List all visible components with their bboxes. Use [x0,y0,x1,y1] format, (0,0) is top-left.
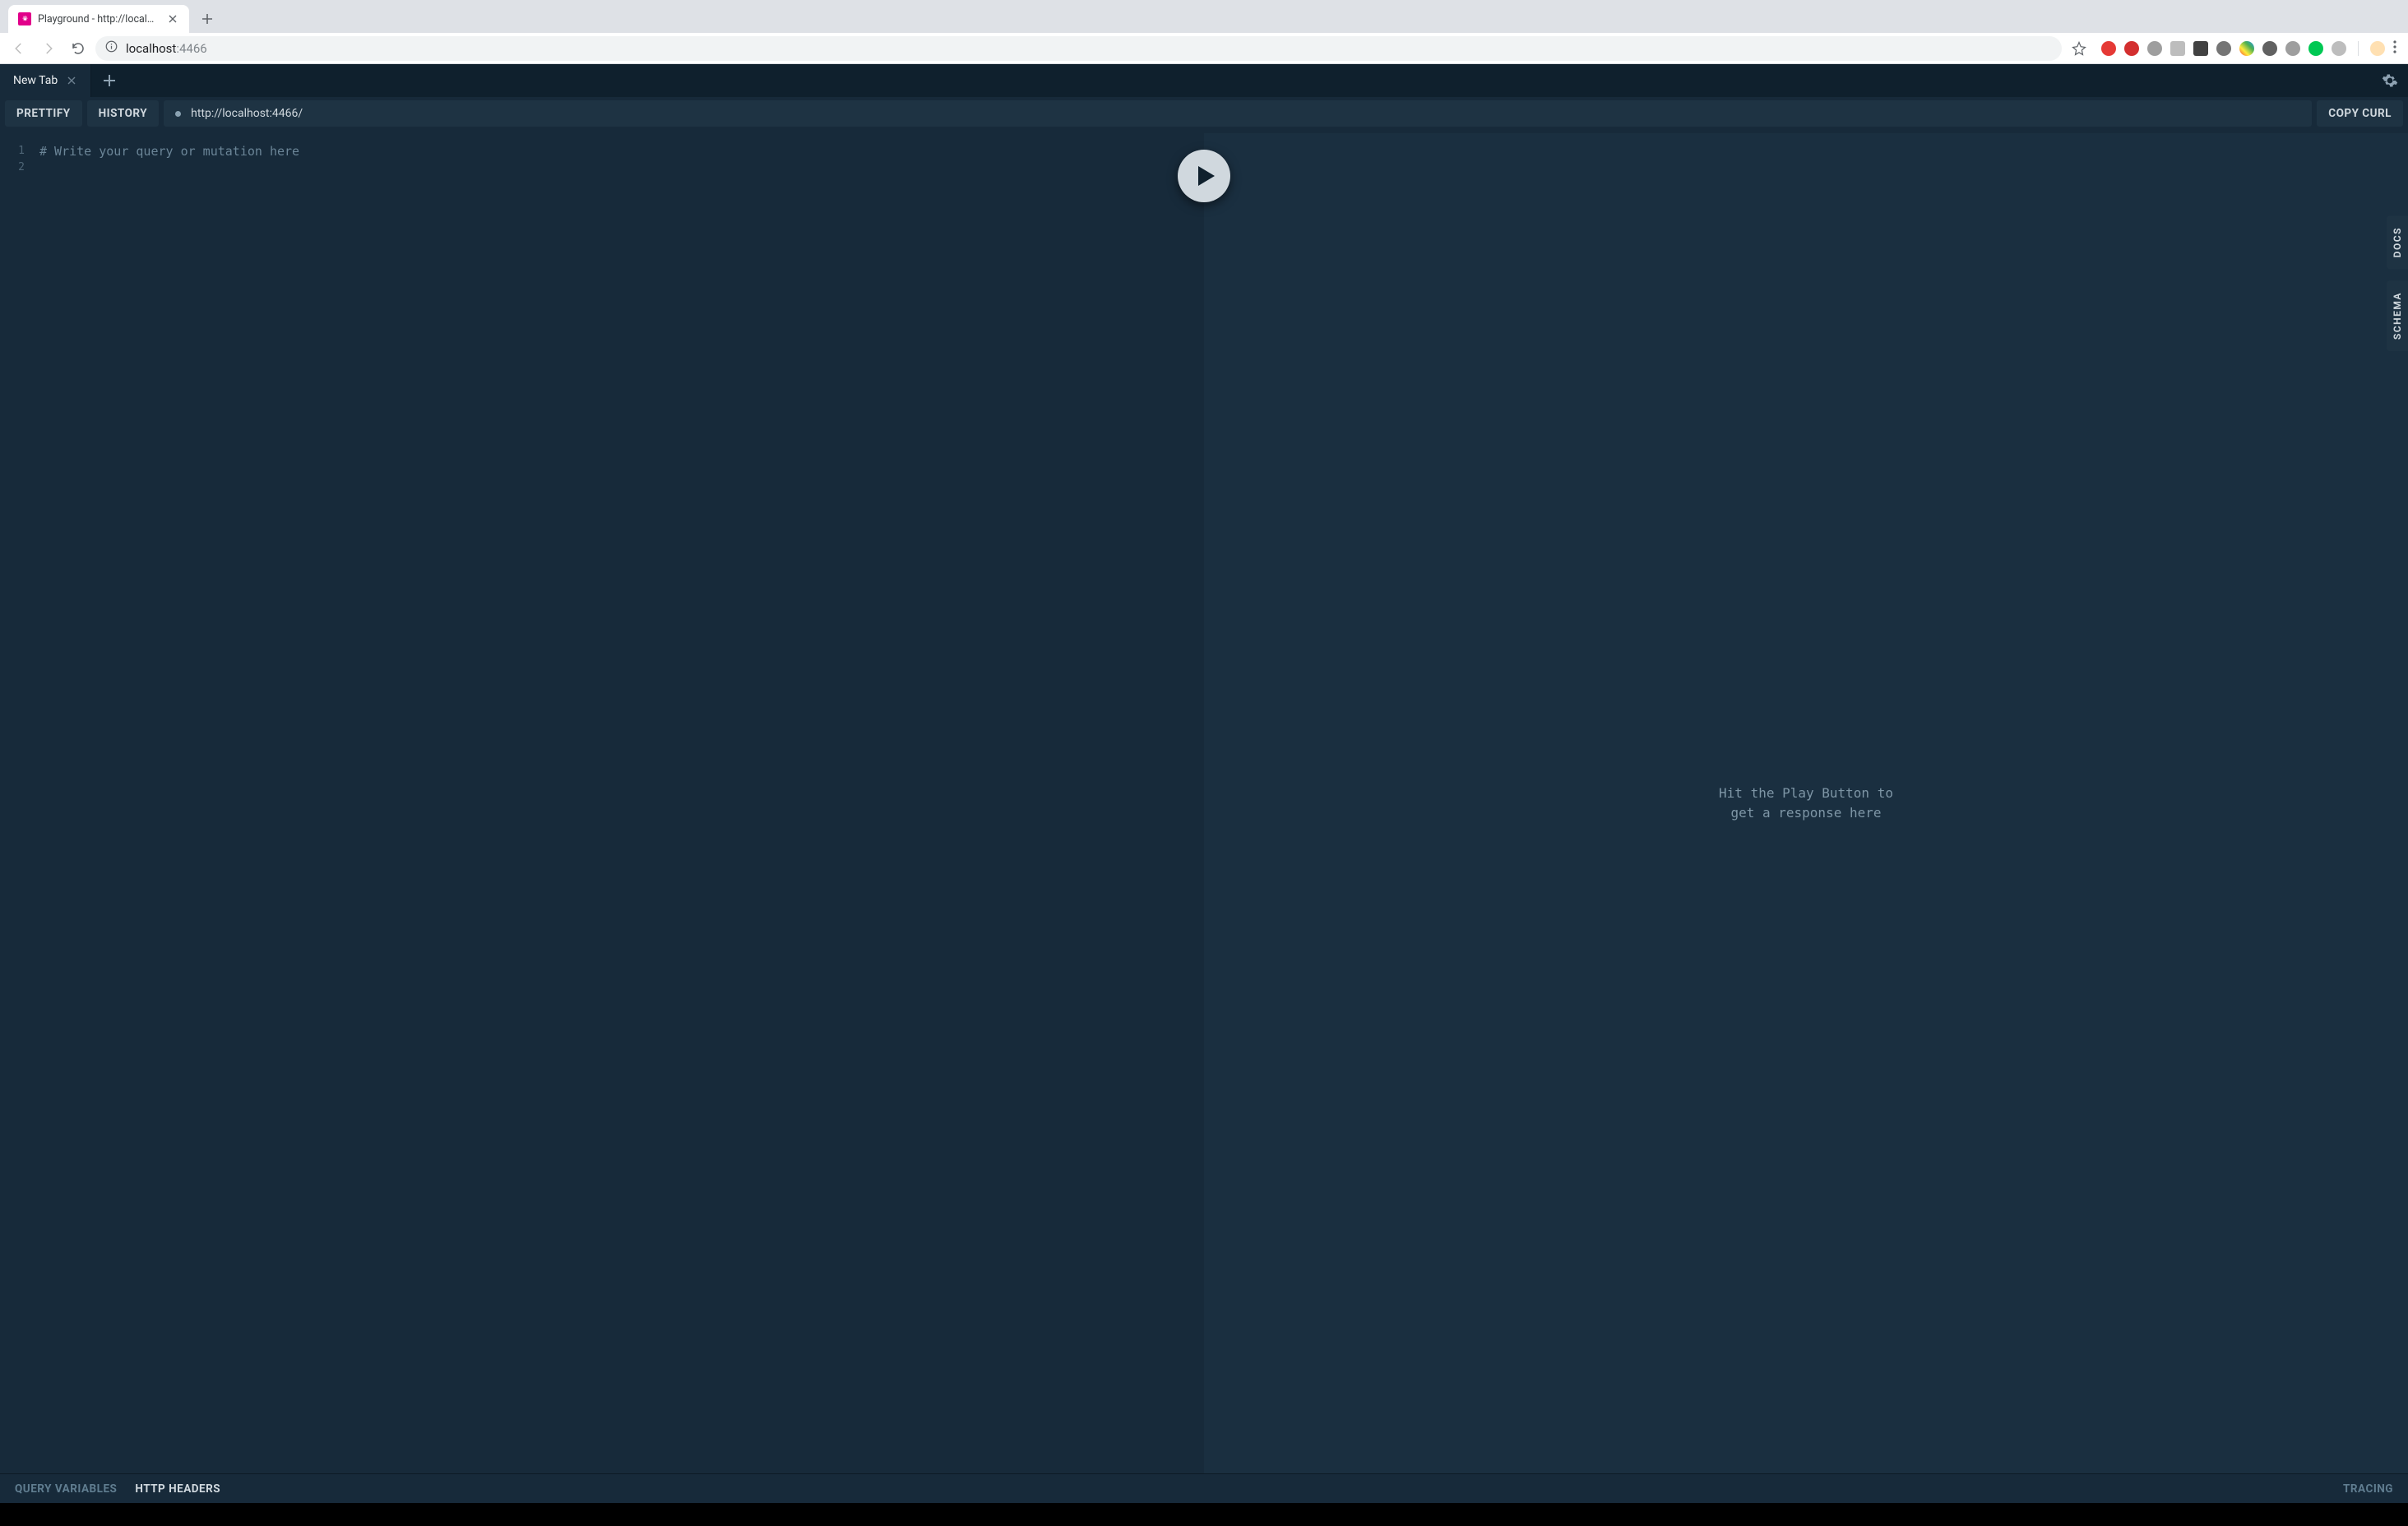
url-text: localhost:4466 [126,41,207,56]
bookmark-star-icon[interactable] [2067,36,2091,61]
bottom-bar: Query Variables HTTP Headers Tracing [0,1473,2408,1503]
history-button[interactable]: History [87,100,159,127]
line-number: 1 [0,143,33,160]
execute-button[interactable] [1178,150,1230,202]
extension-icon[interactable] [2308,41,2323,56]
playground-tabs: New Tab [0,64,2408,97]
query-editor[interactable]: 1 2 # Write your query or mutation here [0,133,1204,1473]
code-area[interactable]: # Write your query or mutation here [33,133,1204,1473]
site-info-icon[interactable] [105,40,118,56]
status-indicator-icon [175,111,181,117]
chrome-menu-icon[interactable] [2393,40,2396,57]
query-variables-tab[interactable]: Query Variables [15,1482,117,1496]
workspace: 1 2 # Write your query or mutation here … [0,133,2408,1473]
extension-icon[interactable] [2216,41,2231,56]
extension-icons [2096,40,2401,57]
address-bar[interactable]: localhost:4466 [95,36,2062,61]
browser-tab-strip: Playground - http://localhost:4 [0,0,2408,33]
extension-icon[interactable] [2285,41,2300,56]
divider [2358,41,2359,56]
reload-button[interactable] [66,36,90,61]
code-line: # Write your query or mutation here [39,143,1197,160]
extension-icon[interactable] [2124,41,2139,56]
extension-icon[interactable] [2332,41,2346,56]
browser-tab[interactable]: Playground - http://localhost:4 [8,5,189,33]
line-gutter: 1 2 [0,133,33,1473]
playground-tab-label: New Tab [13,74,58,87]
line-number: 2 [0,160,33,176]
graphql-playground: New Tab Prettify History http://localhos… [0,64,2408,1503]
close-icon[interactable] [166,12,179,25]
endpoint-input[interactable]: http://localhost:4466/ [164,100,2312,127]
extension-icon[interactable] [2147,41,2162,56]
browser-toolbar: localhost:4466 [0,33,2408,64]
code-line [39,160,1197,176]
side-tab-group: DOCS SCHEMA [2387,215,2408,351]
extension-icon[interactable] [2170,41,2185,56]
result-pane: Hit the Play Button to get a response he… [1204,133,2408,1473]
extension-icon[interactable] [2262,41,2277,56]
browser-chrome: Playground - http://localhost:4 localhos… [0,0,2408,64]
prettify-button[interactable]: Prettify [5,100,82,127]
add-tab-button[interactable] [91,64,127,97]
docs-tab[interactable]: DOCS [2387,215,2408,269]
forward-button [36,36,61,61]
copy-curl-button[interactable]: Copy CURL [2317,100,2403,127]
action-bar: Prettify History http://localhost:4466/ … [5,100,2403,127]
result-placeholder: Hit the Play Button to get a response he… [1719,784,1893,823]
schema-tab[interactable]: SCHEMA [2387,280,2408,351]
extension-icon[interactable] [2193,41,2208,56]
favicon-icon [18,12,31,25]
close-icon[interactable] [66,75,77,86]
settings-button[interactable] [2372,64,2408,97]
browser-tab-title: Playground - http://localhost:4 [38,13,160,25]
new-browser-tab-button[interactable] [196,7,219,30]
bottom-black-bar [0,1503,2408,1526]
extension-icon[interactable] [2239,41,2254,56]
back-button[interactable] [7,36,31,61]
endpoint-url: http://localhost:4466/ [191,107,303,120]
http-headers-tab[interactable]: HTTP Headers [135,1482,220,1496]
playground-tab[interactable]: New Tab [0,64,91,97]
tracing-tab[interactable]: Tracing [2343,1482,2393,1496]
profile-avatar-icon[interactable] [2370,41,2385,56]
extension-icon[interactable] [2101,41,2116,56]
